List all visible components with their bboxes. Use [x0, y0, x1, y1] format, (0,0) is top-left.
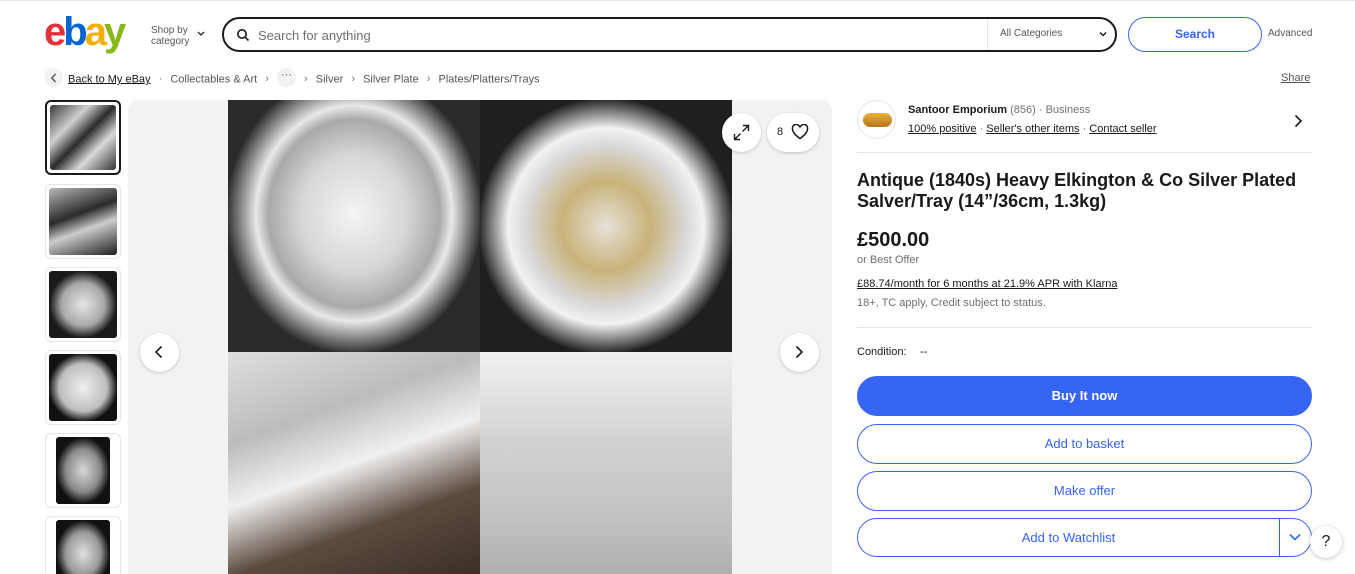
watch-heart-button[interactable]: 8 — [767, 113, 819, 152]
logo-letter: y — [103, 10, 126, 54]
make-offer-button[interactable]: Make offer — [857, 471, 1312, 511]
thumbnail-3[interactable] — [45, 267, 121, 342]
advanced-search-link[interactable]: Advanced — [1268, 28, 1312, 39]
best-offer-text: or Best Offer — [857, 254, 920, 266]
seller-logo — [863, 113, 892, 127]
breadcrumb-plates[interactable]: Plates/Platters/Trays — [439, 73, 540, 85]
ebay-logo[interactable]: ebay — [44, 12, 138, 52]
thumbnail-6[interactable] — [45, 516, 121, 574]
chevron-right-icon: › — [426, 73, 431, 86]
chevron-down-icon[interactable] — [1288, 532, 1302, 542]
seller-links: 100% positive · Seller's other items · C… — [908, 123, 1157, 135]
thumbnail-5[interactable] — [45, 433, 121, 508]
chevron-left-icon — [50, 73, 57, 83]
seller-positive-link[interactable]: 100% positive — [908, 123, 977, 135]
seller-feedback-count: (856) — [1010, 104, 1036, 116]
thumbnail-image — [56, 437, 110, 504]
chevron-right-icon[interactable] — [1292, 114, 1304, 128]
condition-value: -- — [920, 346, 928, 358]
chevron-right-icon: › — [351, 73, 356, 86]
seller-name[interactable]: Santoor Emporium — [908, 104, 1007, 116]
chevron-down-icon — [197, 31, 205, 36]
chevron-left-icon — [154, 345, 163, 359]
seller-type: Business — [1045, 104, 1091, 116]
logo-letter: e — [44, 10, 66, 54]
thumbnail-image — [56, 520, 110, 574]
dot-separator: · — [979, 123, 984, 135]
search-bar: All Categories — [222, 17, 1117, 52]
seller-avatar[interactable] — [857, 100, 896, 139]
photo-bottom-left — [228, 352, 480, 574]
add-to-basket-button[interactable]: Add to basket — [857, 424, 1312, 464]
top-border — [0, 0, 1355, 2]
photo-bottom-right — [480, 352, 732, 574]
chevron-down-icon — [1099, 32, 1107, 37]
divider — [857, 152, 1312, 153]
condition-label: Condition: — [857, 346, 907, 358]
category-divider — [987, 20, 988, 50]
shop-by-line1: Shop by — [151, 25, 188, 36]
shop-by-category-button[interactable]: Shop by category — [151, 25, 205, 47]
search-icon — [237, 29, 250, 42]
share-link[interactable]: Share — [1281, 72, 1310, 84]
next-image-button[interactable] — [780, 333, 819, 372]
thumbnail-1[interactable] — [45, 100, 121, 175]
expand-icon — [733, 124, 750, 141]
breadcrumb-more-button[interactable]: ··· — [276, 68, 296, 87]
help-button[interactable]: ? — [1310, 526, 1342, 558]
search-button[interactable]: Search — [1128, 17, 1262, 52]
watch-count: 8 — [777, 126, 784, 138]
divider — [857, 327, 1312, 328]
search-input[interactable] — [258, 26, 978, 44]
klarna-financing-link[interactable]: £88.74/month for 6 months at 21.9% APR w… — [857, 278, 1117, 290]
add-to-watchlist-group: Add to Watchlist — [857, 518, 1312, 557]
buy-it-now-button[interactable]: Buy It now — [857, 376, 1312, 416]
logo-letter: b — [63, 10, 88, 54]
credit-terms: 18+, TC apply, Credit subject to status. — [857, 297, 1046, 309]
chevron-right-icon: › — [304, 73, 308, 86]
category-select[interactable]: All Categories — [1000, 28, 1062, 39]
breadcrumb-separator: · — [158, 73, 163, 86]
dot-separator: · — [1082, 123, 1087, 135]
main-product-image[interactable] — [228, 100, 732, 574]
previous-image-button[interactable] — [140, 333, 179, 372]
breadcrumb: Back to My eBay · Collectables & Art › ·… — [68, 68, 540, 87]
price: £500.00 — [857, 229, 930, 251]
thumbnail-image — [49, 188, 117, 255]
breadcrumb-silver-plate[interactable]: Silver Plate — [363, 73, 419, 85]
photo-top-right — [480, 100, 732, 352]
thumbnail-image — [50, 105, 116, 170]
logo-letter: a — [84, 10, 107, 54]
shop-by-line2: category — [151, 36, 190, 47]
contact-seller-link[interactable]: Contact seller — [1089, 123, 1156, 135]
thumbnail-image — [49, 271, 117, 338]
chevron-right-icon: › — [265, 73, 269, 86]
photo-top-left — [228, 100, 480, 352]
add-to-watchlist-button[interactable]: Add to Watchlist — [858, 519, 1279, 556]
dot-separator: · — [1038, 104, 1043, 116]
breadcrumb-silver[interactable]: Silver — [316, 73, 344, 85]
seller-other-items-link[interactable]: Seller's other items — [986, 123, 1079, 135]
breadcrumb-back-to-my-ebay[interactable]: Back to My eBay — [68, 73, 151, 85]
thumbnail-image — [49, 354, 117, 421]
thumbnail-4[interactable] — [45, 350, 121, 425]
chevron-right-icon — [795, 345, 804, 359]
heart-icon — [791, 124, 809, 140]
watchlist-divider — [1279, 519, 1280, 556]
breadcrumb-collectables[interactable]: Collectables & Art — [170, 73, 257, 85]
thumbnail-2[interactable] — [45, 184, 121, 259]
seller-info: Santoor Emporium (856) · Business — [908, 104, 1090, 116]
back-button[interactable] — [44, 68, 63, 87]
main-image-container — [128, 100, 832, 574]
expand-image-button[interactable] — [722, 113, 761, 152]
listing-title: Antique (1840s) Heavy Elkington & Co Sil… — [857, 170, 1297, 211]
